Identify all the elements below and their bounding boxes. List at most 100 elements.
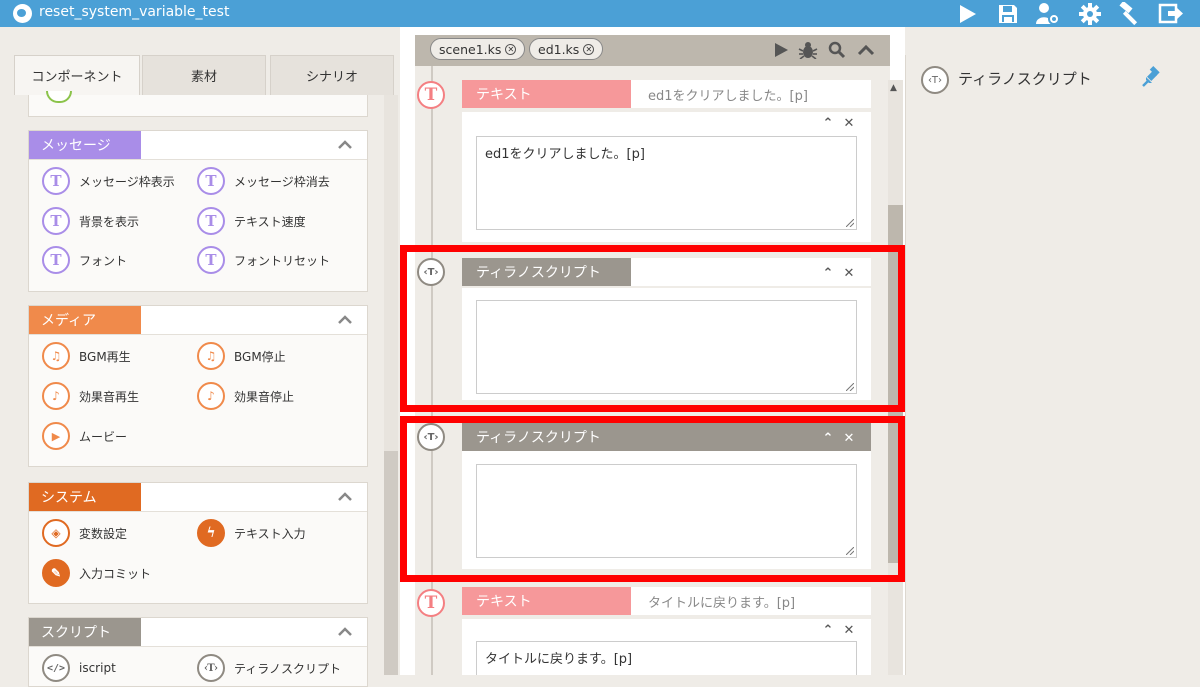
- chevron-up-icon[interactable]: [337, 137, 353, 153]
- component-bgm-play[interactable]: ♫ BGM再生: [42, 342, 131, 370]
- component-background-show[interactable]: T 背景を表示: [42, 207, 139, 235]
- text-speed-icon: T: [197, 207, 225, 235]
- gear-icon[interactable]: [1075, 0, 1105, 27]
- component-label: BGM停止: [234, 349, 286, 364]
- component-movie[interactable]: ▶ ムービー: [42, 422, 127, 450]
- component-se-stop[interactable]: ♪ 効果音停止: [197, 382, 294, 410]
- variable-set-icon: ◈: [42, 519, 70, 547]
- component-label: テキスト速度: [234, 214, 306, 229]
- tab-scenario[interactable]: シナリオ: [270, 55, 394, 95]
- background-show-icon: T: [42, 207, 70, 235]
- run-icon[interactable]: [770, 39, 792, 61]
- component-label: 背景を表示: [79, 214, 140, 229]
- font-icon: T: [42, 246, 70, 274]
- textarea-value: ed1をクリアしました。[p]: [485, 147, 645, 162]
- pin-icon[interactable]: [1141, 66, 1163, 88]
- component-label: ムービー: [79, 429, 128, 444]
- partial-component-icon: [46, 91, 72, 103]
- save-icon[interactable]: [993, 0, 1023, 27]
- component-label: フォント: [79, 253, 128, 268]
- chevron-up-icon[interactable]: [337, 489, 353, 505]
- export-icon[interactable]: [1156, 0, 1186, 27]
- tyrano-script-icon: ‹T›: [197, 654, 225, 682]
- tyrano-tag-icon: ‹T›: [921, 66, 949, 94]
- section-header[interactable]: メディア: [29, 306, 367, 335]
- collapse-up-icon[interactable]: [855, 39, 877, 61]
- component-label: メッセージ枠表示: [79, 174, 175, 189]
- block-body: ⌃ ✕ タイトルに戻ります。[p]: [462, 619, 871, 675]
- tab-assets[interactable]: 素材: [142, 55, 266, 95]
- chevron-up-icon[interactable]: ⌃: [821, 116, 835, 131]
- bgm-play-icon: ♫: [42, 342, 70, 370]
- font-reset-icon: T: [197, 246, 225, 274]
- file-tab-scene1[interactable]: scene1.ks ✕: [430, 38, 525, 60]
- section-title: スクリプト: [29, 618, 141, 646]
- chevron-up-icon[interactable]: [337, 312, 353, 328]
- block-label[interactable]: テキスト: [462, 80, 631, 108]
- component-input-commit[interactable]: ✎ 入力コミット: [42, 559, 151, 587]
- component-label: BGM再生: [79, 349, 131, 364]
- build-hammer-icon[interactable]: [1115, 0, 1145, 27]
- play-icon[interactable]: [952, 0, 982, 27]
- window-title: reset_system_variable_test: [39, 4, 230, 20]
- tab-components[interactable]: コンポーネント: [14, 55, 140, 95]
- component-label: 入力コミット: [79, 566, 152, 581]
- section-header[interactable]: システム: [29, 483, 367, 512]
- component-label: ティラノスクリプト: [234, 661, 342, 676]
- component-label: 変数設定: [79, 526, 128, 541]
- textarea-value: タイトルに戻ります。[p]: [485, 652, 633, 667]
- component-bgm-stop[interactable]: ♫ BGM停止: [197, 342, 286, 370]
- component-message-frame-hide[interactable]: T メッセージ枠消去: [197, 167, 330, 195]
- component-text-input[interactable]: ϟ テキスト入力: [197, 519, 306, 547]
- section-title: システム: [29, 483, 141, 511]
- component-tyrano-script[interactable]: ‹T› ティラノスクリプト: [197, 654, 341, 682]
- component-text-speed[interactable]: T テキスト速度: [197, 207, 306, 235]
- block-label[interactable]: テキスト: [462, 587, 631, 615]
- movie-icon: ▶: [42, 422, 70, 450]
- component-label: メッセージ枠消去: [234, 174, 330, 189]
- left-scrollbar-thumb[interactable]: [384, 451, 398, 675]
- scroll-up-arrow-icon[interactable]: ▲: [890, 83, 897, 93]
- highlight-box: [400, 416, 905, 582]
- component-font[interactable]: T フォント: [42, 246, 127, 274]
- se-stop-icon: ♪: [197, 382, 225, 410]
- component-message-frame-show[interactable]: T メッセージ枠表示: [42, 167, 175, 195]
- close-icon[interactable]: ✕: [842, 116, 856, 131]
- block-textarea[interactable]: タイトルに戻ります。[p]: [476, 641, 857, 675]
- component-iscript[interactable]: </> iscript: [42, 654, 116, 682]
- component-label: iscript: [79, 661, 116, 675]
- users-settings-icon[interactable]: [1033, 0, 1063, 27]
- file-tab-label: ed1.ks: [538, 41, 580, 57]
- input-commit-icon: ✎: [42, 559, 70, 587]
- chevron-up-icon[interactable]: [337, 624, 353, 640]
- message-frame-show-icon: T: [42, 167, 70, 195]
- component-font-reset[interactable]: T フォントリセット: [197, 246, 330, 274]
- app-logo-icon: [13, 4, 32, 23]
- close-tab-icon[interactable]: ✕: [583, 43, 595, 55]
- section-header[interactable]: スクリプト: [29, 618, 367, 647]
- close-tab-icon[interactable]: ✕: [505, 43, 517, 55]
- section-header[interactable]: メッセージ: [29, 131, 367, 160]
- component-label: 効果音再生: [79, 389, 140, 404]
- component-se-play[interactable]: ♪ 効果音再生: [42, 382, 139, 410]
- block-summary[interactable]: ed1をクリアしました。[p]: [631, 80, 871, 108]
- chevron-up-icon[interactable]: ⌃: [821, 623, 835, 638]
- file-tab-ed1[interactable]: ed1.ks ✕: [529, 38, 603, 60]
- section-title: メディア: [29, 306, 141, 334]
- section-title: メッセージ: [29, 131, 141, 159]
- file-tab-label: scene1.ks: [439, 41, 502, 57]
- tab-label: 素材: [190, 70, 217, 85]
- text-tag-icon: T: [417, 81, 445, 109]
- message-frame-hide-icon: T: [197, 167, 225, 195]
- close-icon[interactable]: ✕: [842, 623, 856, 638]
- text-input-icon: ϟ: [197, 519, 225, 547]
- resize-grip-icon[interactable]: [846, 219, 854, 227]
- block-textarea[interactable]: ed1をクリアしました。[p]: [476, 136, 857, 230]
- previous-section: [28, 91, 368, 117]
- search-icon[interactable]: [826, 39, 848, 61]
- debug-bug-icon[interactable]: [797, 39, 819, 61]
- block-summary[interactable]: タイトルに戻ります。[p]: [631, 587, 871, 615]
- component-label: フォントリセット: [234, 253, 331, 268]
- component-variable-set[interactable]: ◈ 変数設定: [42, 519, 127, 547]
- text-tag-icon: T: [417, 589, 445, 617]
